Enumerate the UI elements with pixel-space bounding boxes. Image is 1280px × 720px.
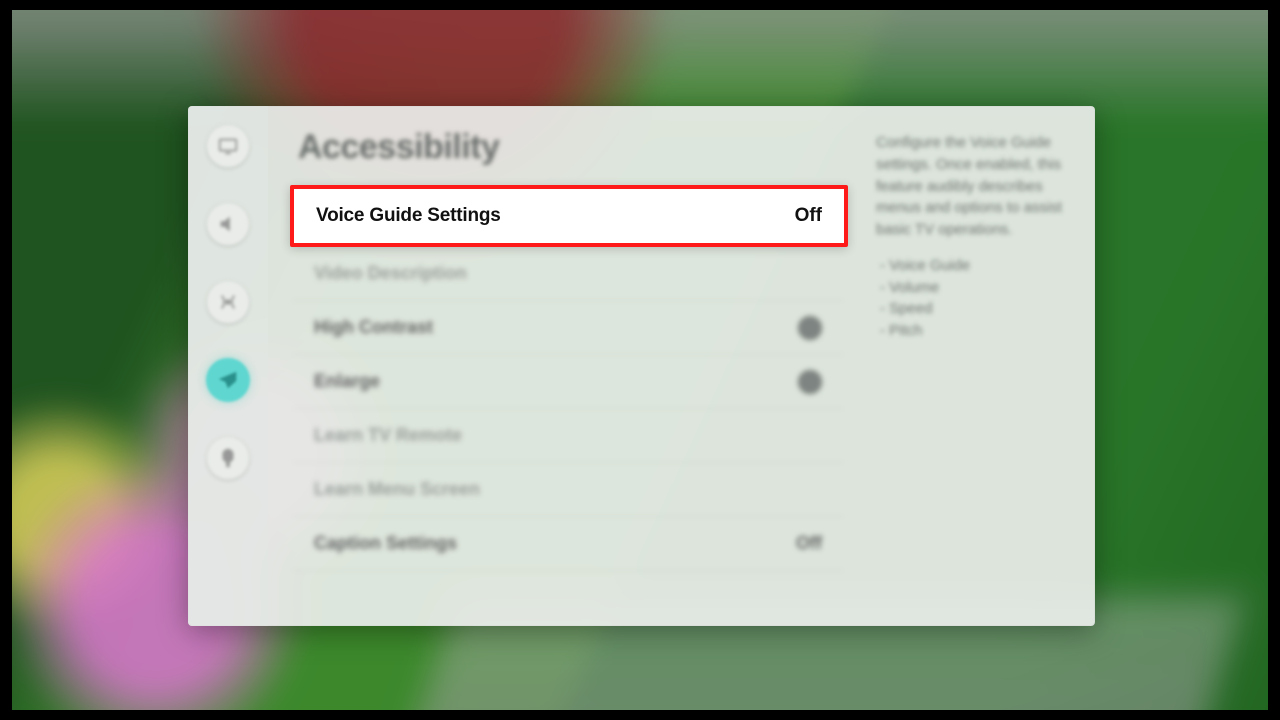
setting-voice-guide[interactable]: Voice Guide Settings Off	[290, 185, 848, 247]
toggle-icon	[798, 370, 822, 394]
setting-label: Learn TV Remote	[314, 425, 462, 446]
setting-label: Voice Guide Settings	[316, 205, 501, 227]
settings-sidebar	[188, 106, 268, 626]
setting-value: Off	[795, 205, 822, 227]
sidebar-item-support[interactable]	[206, 436, 250, 480]
help-bullet: Volume	[880, 277, 1077, 299]
help-panel: Configure the Voice Guide settings. Once…	[860, 106, 1095, 626]
sidebar-item-sound[interactable]	[206, 202, 250, 246]
general-icon	[217, 369, 239, 391]
setting-label: Enlarge	[314, 371, 380, 392]
settings-main: Accessibility Voice Guide Settings Off V…	[268, 106, 860, 626]
sidebar-item-general[interactable]	[206, 358, 250, 402]
settings-list: Voice Guide Settings Off Video Descripti…	[292, 185, 844, 571]
setting-label: Video Description	[314, 263, 467, 284]
pillar-left	[0, 0, 12, 720]
setting-label: High Contrast	[314, 317, 433, 338]
help-bullets: Voice Guide Volume Speed Pitch	[876, 255, 1077, 342]
toggle-icon	[798, 316, 822, 340]
setting-video-description[interactable]: Video Description	[292, 247, 844, 301]
setting-label: Caption Settings	[314, 533, 457, 554]
sidebar-item-picture[interactable]	[206, 124, 250, 168]
setting-enlarge[interactable]: Enlarge	[292, 355, 844, 409]
pillar-right	[1268, 0, 1280, 720]
help-bullet: Voice Guide	[880, 255, 1077, 277]
letterbox-top	[0, 0, 1280, 10]
setting-high-contrast[interactable]: High Contrast	[292, 301, 844, 355]
setting-learn-tv-remote[interactable]: Learn TV Remote	[292, 409, 844, 463]
letterbox-bottom	[0, 710, 1280, 720]
setting-learn-menu-screen[interactable]: Learn Menu Screen	[292, 463, 844, 517]
setting-caption-settings[interactable]: Caption Settings Off	[292, 517, 844, 571]
help-bullet: Pitch	[880, 320, 1077, 342]
page-title: Accessibility	[292, 128, 860, 167]
help-description: Configure the Voice Guide settings. Once…	[876, 132, 1077, 241]
setting-value: Off	[796, 533, 822, 554]
help-bullet: Speed	[880, 298, 1077, 320]
setting-label: Learn Menu Screen	[314, 479, 480, 500]
sidebar-item-broadcast[interactable]	[206, 280, 250, 324]
sound-icon	[217, 213, 239, 235]
picture-icon	[217, 135, 239, 157]
settings-panel: Accessibility Voice Guide Settings Off V…	[188, 106, 1095, 626]
support-icon	[217, 447, 239, 469]
broadcast-icon	[217, 291, 239, 313]
